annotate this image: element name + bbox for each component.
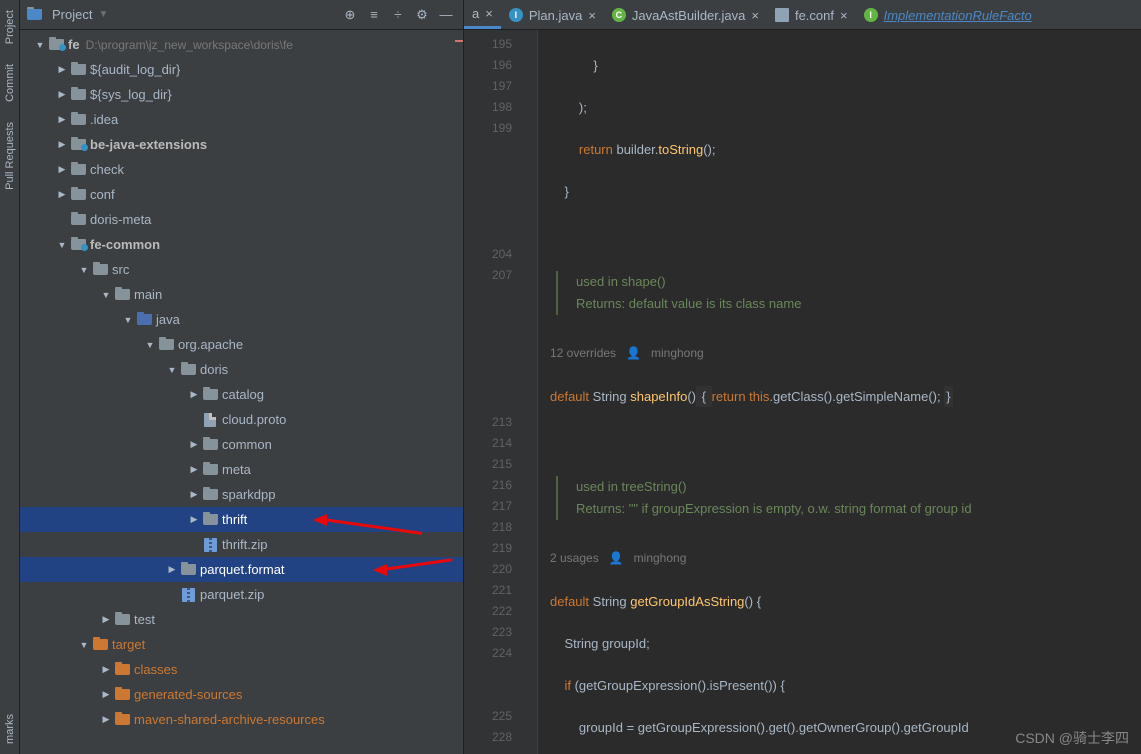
expand-all-icon[interactable]: ≡ <box>363 4 385 26</box>
editor-body: 1951961971981992042072132142152162172182… <box>464 30 1141 754</box>
tab-conf[interactable]: fe.conf× <box>767 1 856 29</box>
tree-item-src[interactable]: ▼src <box>20 257 463 282</box>
tab-impl[interactable]: IImplementationRuleFacto <box>856 1 1040 29</box>
tree-item-catalog[interactable]: ▶catalog <box>20 382 463 407</box>
tree-item-conf[interactable]: ▶conf <box>20 182 463 207</box>
tree-item-doris[interactable]: ▼doris <box>20 357 463 382</box>
close-icon[interactable]: × <box>588 9 596 22</box>
java-icon: C <box>612 8 626 22</box>
editor-area: a× IPlan.java× CJavaAstBuilder.java× fe.… <box>464 0 1141 754</box>
watermark: CSDN @骑士李四 <box>1015 728 1129 748</box>
tree-item-generated-sources[interactable]: ▶generated-sources <box>20 682 463 707</box>
line-gutter: 1951961971981992042072132142152162172182… <box>464 30 518 754</box>
tree-item-org-apache[interactable]: ▼org.apache <box>20 332 463 357</box>
tree-item-meta[interactable]: ▶meta <box>20 457 463 482</box>
tree-item-sys-log[interactable]: ▶${sys_log_dir} <box>20 82 463 107</box>
project-tree[interactable]: ▼feD:\program\jz_new_workspace\doris\fe … <box>20 30 463 754</box>
tree-item-check[interactable]: ▶check <box>20 157 463 182</box>
panel-title-dropdown[interactable]: Project ▼ <box>26 7 335 23</box>
java-icon: I <box>509 8 523 22</box>
close-icon[interactable]: × <box>751 9 759 22</box>
tree-item-maven-shared[interactable]: ▶maven-shared-archive-resources <box>20 707 463 732</box>
tree-item-be-java[interactable]: ▶be-java-extensions <box>20 132 463 157</box>
settings-icon[interactable]: ⚙ <box>411 4 433 26</box>
tree-item-sparkdpp[interactable]: ▶sparkdpp <box>20 482 463 507</box>
rail-project[interactable]: Project <box>4 0 16 54</box>
tab-plan[interactable]: IPlan.java× <box>501 1 604 29</box>
project-panel: Project ▼ ⊕ ≡ ÷ ⚙ — ▼feD:\program\jz_new… <box>20 0 464 754</box>
java-icon: I <box>864 8 878 22</box>
close-icon[interactable]: × <box>485 7 493 20</box>
project-icon <box>26 7 42 23</box>
file-icon <box>775 8 789 22</box>
tree-item-classes[interactable]: ▶classes <box>20 657 463 682</box>
tree-item-main[interactable]: ▼main <box>20 282 463 307</box>
tree-item-doris-meta[interactable]: doris-meta <box>20 207 463 232</box>
gutter-icons <box>518 30 538 754</box>
tree-item-java[interactable]: ▼java <box>20 307 463 332</box>
tree-item-thrift-zip[interactable]: thrift.zip <box>20 532 463 557</box>
collapse-all-icon[interactable]: ÷ <box>387 4 409 26</box>
tree-item-test[interactable]: ▶test <box>20 607 463 632</box>
panel-title: Project <box>52 7 92 22</box>
tree-item-fe-common[interactable]: ▼fe-common <box>20 232 463 257</box>
left-rail: Project Commit Pull Requests marks <box>0 0 20 754</box>
tree-item-cloud-proto[interactable]: cloud.proto <box>20 407 463 432</box>
annotation-arrow <box>373 564 453 576</box>
tree-item-audit-log[interactable]: ▶${audit_log_dir} <box>20 57 463 82</box>
doc-hint: used in shape()Returns: default value is… <box>556 271 1141 315</box>
annotation-arrow <box>313 514 423 526</box>
tree-item-idea[interactable]: ▶.idea <box>20 107 463 132</box>
tree-item-thrift[interactable]: ▶thrift <box>20 507 463 532</box>
tree-item-parquet-zip[interactable]: parquet.zip <box>20 582 463 607</box>
inlay-meta[interactable]: 12 overrides 👤minghong <box>550 342 1141 365</box>
rail-bookmarks[interactable]: marks <box>4 704 16 754</box>
doc-hint: used in treeString()Returns: "" if group… <box>556 476 1141 520</box>
select-open-file-icon[interactable]: ⊕ <box>339 4 361 26</box>
rail-pull-requests[interactable]: Pull Requests <box>4 112 16 200</box>
code-area[interactable]: } ); return builder.toString(); } used i… <box>538 30 1141 754</box>
tab-a[interactable]: a× <box>464 1 501 29</box>
tree-item-target[interactable]: ▼target <box>20 632 463 657</box>
tab-ast[interactable]: CJavaAstBuilder.java× <box>604 1 767 29</box>
tree-item-parquet-format[interactable]: ▶parquet.format <box>20 557 463 582</box>
editor-tabs: a× IPlan.java× CJavaAstBuilder.java× fe.… <box>464 0 1141 30</box>
hide-panel-icon[interactable]: — <box>435 4 457 26</box>
dropdown-icon: ▼ <box>98 9 108 20</box>
rail-commit[interactable]: Commit <box>4 54 16 112</box>
tree-item-common[interactable]: ▶common <box>20 432 463 457</box>
project-panel-header: Project ▼ ⊕ ≡ ÷ ⚙ — <box>20 0 463 30</box>
close-icon[interactable]: × <box>840 9 848 22</box>
tree-root[interactable]: ▼feD:\program\jz_new_workspace\doris\fe <box>20 32 463 57</box>
